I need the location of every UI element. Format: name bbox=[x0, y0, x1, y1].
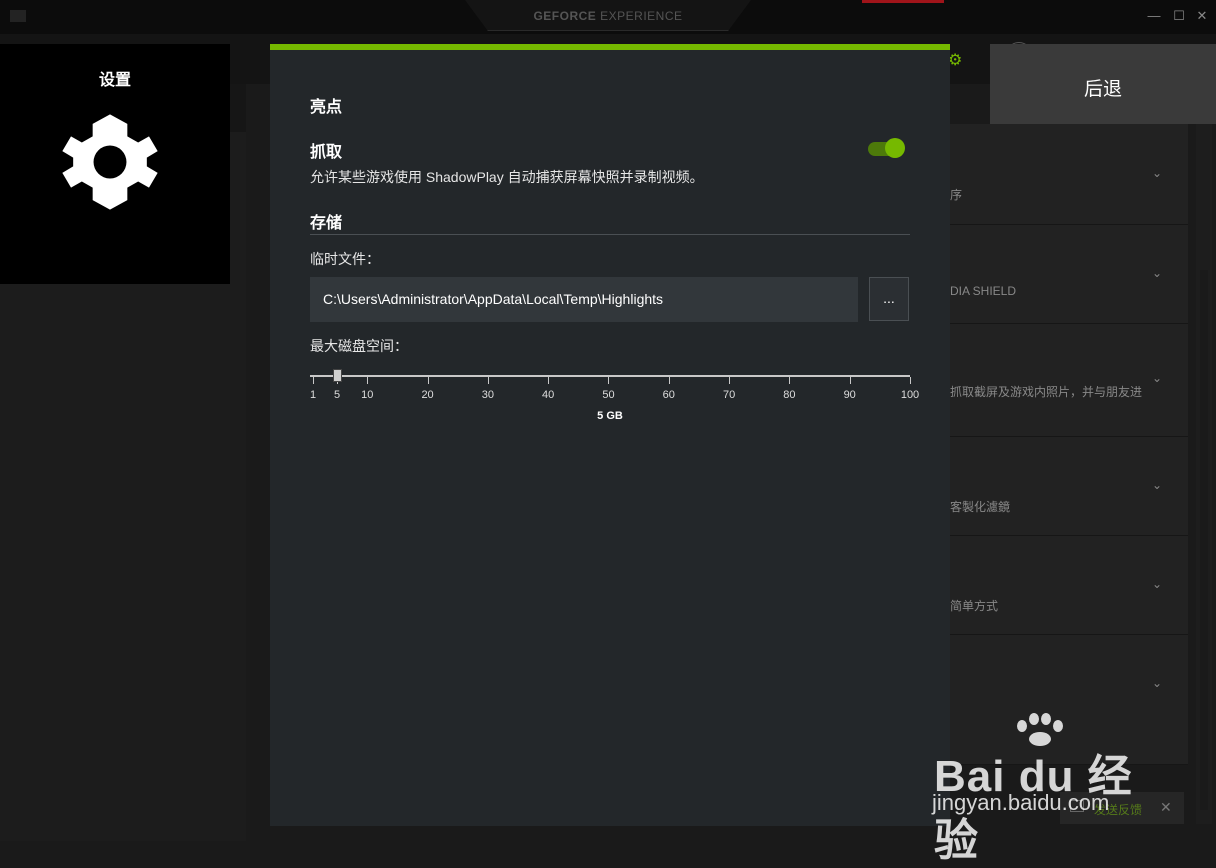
background-list-item[interactable]: 抓取截屏及游戏内照片，并与朋友进 ⌄ bbox=[950, 323, 1188, 437]
slider-tick-label: 40 bbox=[542, 389, 555, 401]
slider-tick-label: 30 bbox=[481, 389, 494, 401]
max-disk-space-label: 最大磁盘空间： bbox=[310, 338, 408, 354]
chevron-down-icon: ⌄ bbox=[1151, 676, 1162, 690]
slider-tick bbox=[729, 377, 731, 384]
app-title: GEFORCE EXPERIENCE bbox=[533, 9, 683, 23]
chevron-down-icon: ⌄ bbox=[1151, 577, 1162, 591]
slider-tick bbox=[313, 377, 314, 384]
slider-tick bbox=[367, 377, 369, 384]
temp-path-field[interactable]: C:\Users\Administrator\AppData\Local\Tem… bbox=[310, 277, 858, 322]
capture-description: 允许某些游戏使用 ShadowPlay 自动捕获屏幕快照并录制视频。 bbox=[310, 169, 704, 185]
background-list-item[interactable]: DIA SHIELD ⌄ bbox=[950, 224, 1188, 324]
maximize-button[interactable]: ☐ bbox=[1171, 8, 1187, 24]
background-list-item-text: 简单方式 bbox=[950, 599, 999, 613]
slider-tick bbox=[608, 377, 610, 384]
slider-tick bbox=[668, 377, 670, 384]
storage-title: 存储 bbox=[310, 215, 343, 232]
settings-title: 设置 bbox=[98, 72, 131, 89]
slider-tick-label: 60 bbox=[662, 389, 675, 401]
slider-tick-label: 100 bbox=[900, 389, 920, 401]
slider-value-label: 5 GB bbox=[597, 410, 623, 422]
settings-gear-icon[interactable]: ⚙ bbox=[948, 50, 962, 70]
slider-tick-label: 70 bbox=[722, 389, 736, 401]
slider-tick bbox=[548, 377, 550, 384]
close-button[interactable]: ✕ bbox=[1194, 8, 1210, 24]
settings-tile: 设置 bbox=[0, 44, 230, 284]
slider-tick-label: 50 bbox=[602, 389, 615, 401]
back-button[interactable]: 后退 bbox=[990, 44, 1216, 124]
slider-tick bbox=[910, 377, 911, 384]
slider-tick bbox=[849, 377, 851, 384]
feedback-button[interactable]: 发送反馈 ✕ bbox=[1060, 792, 1184, 824]
slider-tick-label: 1 bbox=[309, 389, 317, 401]
minimize-button[interactable]: — bbox=[1146, 8, 1162, 24]
slider-tick bbox=[427, 377, 429, 384]
slider-tick bbox=[789, 377, 791, 384]
chevron-down-icon: ⌄ bbox=[1151, 266, 1162, 280]
feedback-close-icon[interactable]: ✕ bbox=[1160, 799, 1172, 816]
chat-icon bbox=[1070, 800, 1084, 812]
background-list-item-text: DIA SHIELD bbox=[950, 284, 1017, 298]
browse-button[interactable]: ... bbox=[869, 277, 909, 321]
gear-icon bbox=[62, 114, 158, 210]
section-divider bbox=[310, 234, 910, 235]
slider-tick-label: 10 bbox=[361, 389, 374, 401]
scrollbar-thumb[interactable] bbox=[1200, 270, 1208, 810]
capture-title: 抓取 bbox=[310, 144, 343, 161]
chevron-down-icon: ⌄ bbox=[1151, 478, 1162, 492]
chevron-down-icon: ⌄ bbox=[1151, 166, 1162, 180]
background-list-item-text: 序 bbox=[950, 188, 963, 202]
title-bar: GEFORCE EXPERIENCE — ☐ ✕ bbox=[0, 0, 1216, 34]
dialog-accent-bar bbox=[270, 44, 950, 50]
background-list-item[interactable]: 客製化濾鏡 ⌄ bbox=[950, 436, 1188, 536]
dialog-title: 亮点 bbox=[310, 99, 343, 116]
brand-tab: GEFORCE EXPERIENCE bbox=[465, 0, 751, 31]
background-list-item[interactable]: 序 ⌄ bbox=[950, 124, 1188, 225]
slider-tick-label: 80 bbox=[783, 389, 796, 401]
toggle-knob bbox=[885, 138, 905, 158]
highlights-dialog: 亮点 抓取 允许某些游戏使用 ShadowPlay 自动捕获屏幕快照并录制视频。… bbox=[270, 44, 950, 826]
slider-tick-label: 5 bbox=[334, 389, 341, 401]
slider-handle[interactable] bbox=[333, 369, 343, 382]
temp-files-label: 临时文件： bbox=[310, 251, 380, 267]
slider-tick-label: 90 bbox=[843, 389, 856, 401]
disk-space-slider[interactable] bbox=[310, 375, 910, 377]
title-accent-mark bbox=[862, 0, 944, 3]
background-list-item[interactable]: ⌄ bbox=[950, 634, 1188, 765]
capture-toggle[interactable] bbox=[868, 138, 905, 158]
chevron-down-icon: ⌄ bbox=[1151, 371, 1162, 385]
slider-tick-label: 20 bbox=[421, 389, 434, 401]
background-list-item[interactable]: 简单方式 ⌄ bbox=[950, 535, 1188, 635]
slider-tick bbox=[487, 377, 489, 384]
background-list-item-text: 客製化濾鏡 bbox=[950, 500, 1011, 514]
background-list-item-text: 抓取截屏及游戏内照片，并与朋友进 bbox=[950, 385, 1143, 399]
nvidia-logo-icon bbox=[10, 10, 26, 22]
